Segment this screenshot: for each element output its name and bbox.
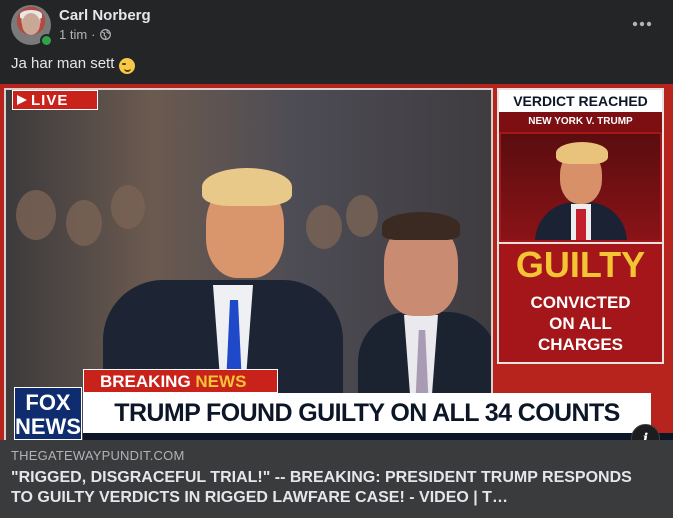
link-domain: THEGATEWAYPUNDIT.COM (11, 448, 185, 463)
defendant-portrait (501, 134, 660, 240)
convicted-line-2: ON ALL (549, 314, 612, 333)
verdict-title: VERDICT REACHED (499, 90, 662, 112)
companion-hair (382, 212, 460, 240)
convicted-line-3: CHARGES (537, 335, 623, 354)
post-meta: 1 tim · (59, 27, 111, 42)
link-preview-caption[interactable]: THEGATEWAYPUNDIT.COM "RIGGED, DISGRACEFU… (0, 440, 673, 518)
post-header: Carl Norberg 1 tim · (0, 0, 673, 50)
crowd-person (16, 190, 56, 240)
crowd-person (306, 205, 342, 249)
news-ticker (83, 433, 673, 440)
speaker-hair (202, 168, 292, 206)
avatar-face (22, 13, 40, 35)
guilty-label: GUILTY (499, 242, 662, 286)
breaking-word: BREAKING (100, 372, 191, 391)
link-preview-image[interactable]: LIVE VERDICT REACHED NEW YORK V. TRUMP G… (0, 84, 673, 440)
verdict-panel: VERDICT REACHED NEW YORK V. TRUMP GUILTY… (497, 88, 664, 364)
author-name[interactable]: Carl Norberg (59, 7, 151, 24)
logo-line-1: FOX (25, 390, 71, 415)
portrait-tie (576, 209, 586, 240)
crowd-person (66, 200, 102, 246)
crowd-person (111, 185, 145, 229)
fox-news-logo: FOX NEWS (14, 387, 82, 440)
news-headline: TRUMP FOUND GUILTY ON ALL 34 COUNTS (83, 393, 651, 433)
news-word: NEWS (195, 372, 247, 391)
convicted-text: CONVICTED ON ALL CHARGES (499, 292, 662, 355)
verdict-subtitle: NEW YORK V. TRUMP (499, 112, 662, 132)
post-text: Ja har man sett (11, 55, 136, 74)
logo-line-2: NEWS (15, 414, 81, 439)
post-time[interactable]: 1 tim (59, 27, 87, 42)
live-badge: LIVE (12, 90, 98, 110)
meta-separator: · (91, 27, 96, 42)
breaking-news-bar: BREAKING NEWS (83, 369, 278, 393)
globe-icon[interactable] (99, 29, 111, 40)
link-title: "RIGGED, DISGRACEFUL TRIAL!" -- BREAKING… (11, 469, 632, 506)
more-horizontal-icon (632, 21, 652, 27)
online-status-dot (40, 34, 53, 47)
crowd-person (346, 195, 378, 237)
portrait-hair (556, 142, 608, 164)
feed-post: Carl Norberg 1 tim · Ja har man sett LIV… (0, 0, 673, 518)
convicted-line-1: CONVICTED (530, 293, 631, 312)
more-options-button[interactable] (627, 9, 657, 39)
winking-face-emoji-icon (119, 57, 136, 74)
post-message: Ja har man sett (11, 55, 115, 72)
